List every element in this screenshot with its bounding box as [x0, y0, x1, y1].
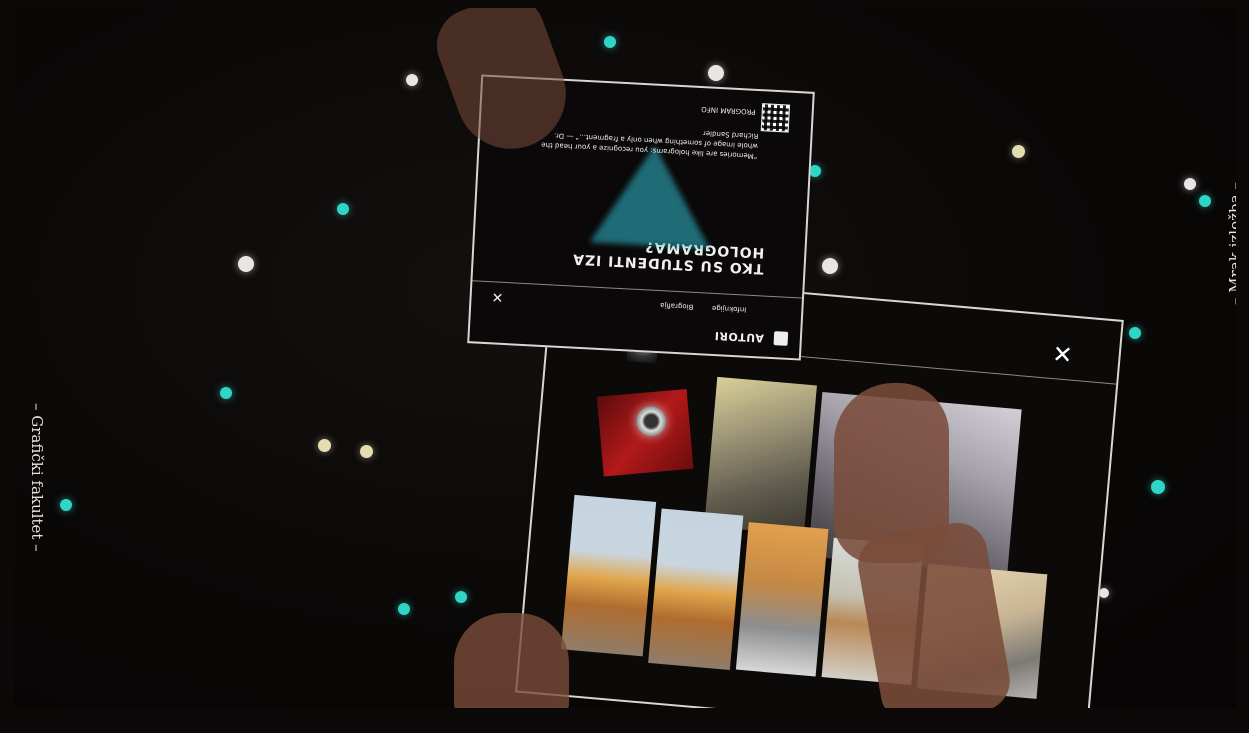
left-side-label: – Grafički fakultet – [28, 403, 46, 552]
tab-divider [472, 280, 803, 299]
floating-dot[interactable] [1012, 145, 1025, 158]
floating-dot[interactable] [822, 258, 838, 274]
gallery-thumb-lecture-hall[interactable] [560, 494, 657, 657]
section-title: AUTORI [714, 329, 765, 345]
floating-dot[interactable] [318, 439, 331, 452]
floating-dot[interactable] [60, 499, 72, 511]
floating-dot[interactable] [1199, 195, 1211, 207]
floating-dot[interactable] [1129, 327, 1141, 339]
floating-dot[interactable] [360, 445, 373, 458]
floating-dot[interactable] [1184, 178, 1196, 190]
floating-dot[interactable] [708, 65, 724, 81]
gallery-thumb-metal-sheet[interactable] [704, 376, 817, 535]
close-icon[interactable]: ✕ [1051, 340, 1073, 370]
qr-caption: PROGRAM INFO [701, 105, 756, 116]
floating-dot[interactable] [1151, 480, 1165, 494]
floating-dot[interactable] [1099, 588, 1109, 598]
gallery-thumb-lecture-hall-2[interactable] [648, 508, 744, 671]
hologram-beam-graphic [589, 142, 715, 249]
qr-code-icon[interactable] [760, 103, 791, 133]
tab-biografija[interactable]: Biografija [660, 301, 694, 311]
floating-dot[interactable] [455, 591, 467, 603]
floating-dot[interactable] [238, 256, 254, 272]
right-side-label: – Mrak izložba – [1226, 182, 1236, 305]
floating-dot[interactable] [220, 387, 232, 399]
author-icon [773, 331, 789, 346]
display-bezel: – Grafički fakultet – – Mrak izložba – ✕… [0, 0, 1249, 733]
floating-dot[interactable] [406, 74, 418, 86]
quote-text: “Memories are like holograms: you recogn… [541, 129, 759, 161]
tab-infoknjige[interactable]: Infoknjige [712, 304, 747, 314]
hand-bottom-left [454, 613, 569, 708]
touch-screen-canvas[interactable]: – Grafički fakultet – – Mrak izložba – ✕… [14, 8, 1236, 708]
floating-dot[interactable] [337, 203, 349, 215]
gallery-thumb-storage[interactable] [735, 522, 829, 677]
floating-dot[interactable] [604, 36, 616, 48]
close-icon[interactable]: ✕ [491, 288, 504, 305]
floating-dot[interactable] [398, 603, 410, 615]
